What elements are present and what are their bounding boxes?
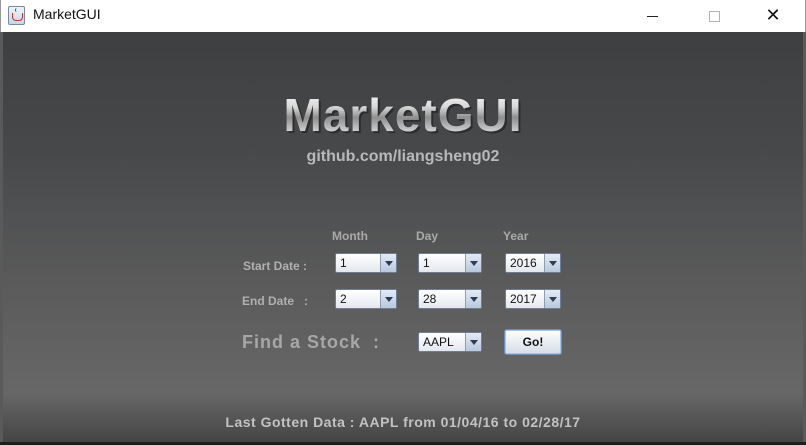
- end-day-select[interactable]: 28: [418, 289, 482, 309]
- chevron-down-icon[interactable]: [380, 290, 396, 308]
- main-panel: MarketGUI MarketGUI github.com/liangshen…: [3, 32, 803, 442]
- chevron-down-icon[interactable]: [465, 290, 481, 308]
- stock-symbol-value: AAPL: [423, 335, 454, 349]
- start-month-value: 1: [340, 256, 347, 270]
- chevron-down-icon[interactable]: [544, 254, 560, 272]
- minimize-button[interactable]: [629, 0, 675, 32]
- start-day-select[interactable]: 1: [418, 253, 482, 273]
- month-column-header: Month: [332, 229, 368, 243]
- start-day-value: 1: [423, 256, 430, 270]
- day-column-header: Day: [416, 229, 439, 243]
- close-button[interactable]: ✕: [750, 0, 796, 32]
- app-logo: MarketGUI: [3, 88, 803, 142]
- app-window: MarketGUI ✕ MarketGUI MarketGUI github.c…: [0, 0, 806, 445]
- start-year-select[interactable]: 2016: [505, 253, 561, 273]
- start-year-value: 2016: [510, 256, 537, 270]
- start-month-select[interactable]: 1: [335, 253, 397, 273]
- window-title: MarketGUI: [33, 6, 101, 22]
- end-month-value: 2: [340, 292, 347, 306]
- maximize-button[interactable]: [691, 0, 737, 32]
- minimize-icon: [646, 15, 658, 17]
- chevron-down-icon[interactable]: [544, 290, 560, 308]
- maximize-icon: [708, 10, 720, 22]
- start-date-label: Start Date :: [243, 259, 308, 273]
- title-bar[interactable]: MarketGUI ✕: [0, 0, 806, 32]
- chevron-down-icon[interactable]: [465, 333, 481, 351]
- status-text: Last Gotten Data : AAPL from 01/04/16 to…: [225, 414, 581, 430]
- go-button[interactable]: Go!: [504, 329, 562, 355]
- chevron-down-icon[interactable]: [380, 254, 396, 272]
- end-year-select[interactable]: 2017: [505, 289, 561, 309]
- find-stock-label: Find a Stock :: [242, 332, 381, 352]
- chevron-down-icon[interactable]: [465, 254, 481, 272]
- year-column-header: Year: [503, 229, 529, 243]
- end-year-value: 2017: [510, 292, 537, 306]
- end-date-label: End Date :: [242, 294, 309, 308]
- stock-symbol-select[interactable]: AAPL: [418, 332, 482, 352]
- github-link-text: github.com/liangsheng02: [306, 148, 500, 165]
- java-app-icon: [8, 6, 25, 25]
- end-month-select[interactable]: 2: [335, 289, 397, 309]
- end-day-value: 28: [423, 292, 437, 306]
- close-icon: ✕: [765, 5, 781, 26]
